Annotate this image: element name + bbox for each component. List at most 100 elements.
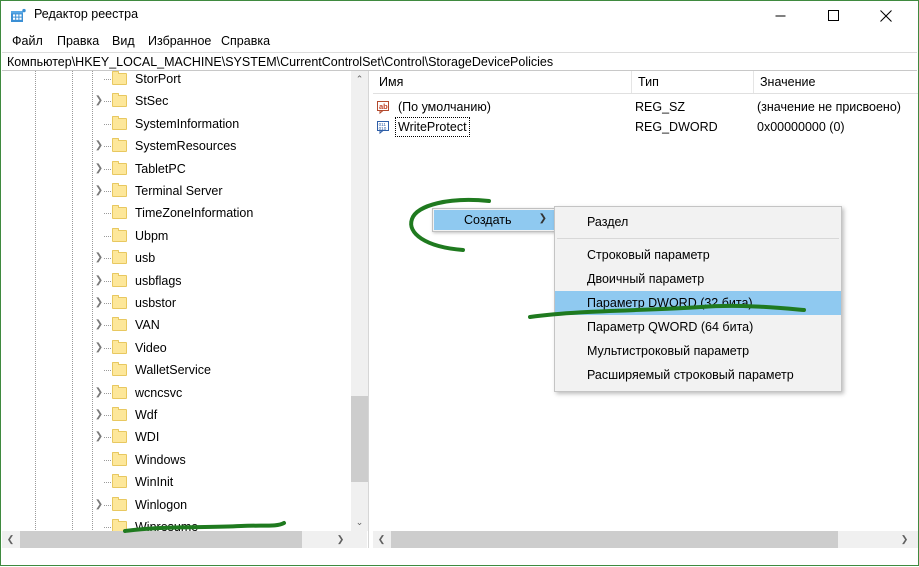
minimize-button[interactable] <box>757 1 803 30</box>
dword-value-icon: 011 010 <box>376 119 392 135</box>
table-row[interactable]: ab (По умолчанию) REG_SZ (значение не пр… <box>373 97 918 117</box>
scroll-left-icon[interactable]: ❮ <box>2 531 19 548</box>
tree-item-usbstor[interactable]: ❯ usbstor <box>2 292 350 314</box>
folder-icon <box>112 272 127 288</box>
menu-favorites[interactable]: Избранное <box>144 33 215 49</box>
folder-icon <box>112 138 127 153</box>
folder-icon <box>112 227 127 243</box>
tree-item-windows[interactable]: Windows <box>2 449 350 471</box>
create-submenu: Раздел Строковый параметр Двоичный парамет… <box>554 206 842 392</box>
folder-icon <box>112 205 127 220</box>
submenu-item-строковый-параметр[interactable]: Строковый параметр <box>555 243 841 267</box>
tree-item-label: SystemInformation <box>135 116 240 131</box>
submenu-item-параметр-qword-64-бита-[interactable]: Параметр QWORD (64 бита) <box>555 315 841 339</box>
maximize-button[interactable] <box>810 1 856 30</box>
tree-item-usb[interactable]: ❯ usb <box>2 247 350 269</box>
submenu-item-двоичный-параметр[interactable]: Двоичный параметр <box>555 267 841 291</box>
tree-item-label: Wdf <box>135 408 158 422</box>
table-row[interactable]: 011 010 WriteProtect REG_DWORD 0x0000000… <box>373 117 918 137</box>
scroll-right-icon[interactable]: ❯ <box>896 531 913 548</box>
folder-icon <box>112 384 127 400</box>
folder-icon <box>112 71 127 86</box>
tree-item-label: VAN <box>135 318 160 333</box>
menu-bar: Файл Правка Вид Избранное Справка <box>1 30 918 51</box>
registry-tree[interactable]: StorPort ❯ StSec SystemInformation ❯ SystemRe… <box>2 71 350 548</box>
tree-item-winlogon[interactable]: ❯ Winlogon <box>2 494 350 516</box>
chevron-right-icon[interactable]: ❯ <box>92 494 106 516</box>
menu-help[interactable]: Справка <box>217 33 274 49</box>
chevron-right-icon[interactable]: ❯ <box>92 426 106 448</box>
tree-item-label: TabletPC <box>135 161 186 176</box>
tree-item-wdf[interactable]: ❯ Wdf <box>2 404 350 426</box>
tree-item-usbflags[interactable]: ❯ usbflags <box>2 270 350 292</box>
tree-item-systeminformation[interactable]: SystemInformation <box>2 113 350 135</box>
chevron-right-icon[interactable]: ❯ <box>92 382 106 404</box>
submenu-item-раздел[interactable]: Раздел <box>555 210 841 234</box>
menu-separator <box>557 238 839 239</box>
menu-file[interactable]: Файл <box>8 33 47 49</box>
close-button[interactable] <box>863 1 909 30</box>
folder-icon <box>112 317 127 332</box>
scroll-right-icon[interactable]: ❯ <box>332 531 349 548</box>
column-header-type[interactable]: Тип <box>631 71 753 93</box>
tree-item-walletservice[interactable]: WalletService <box>2 359 350 381</box>
tree-item-wininit[interactable]: WinInit <box>2 471 350 493</box>
tree-item-video[interactable]: ❯ Video <box>2 337 350 359</box>
tree-item-systemresources[interactable]: ❯ SystemResources <box>2 135 350 157</box>
tree-item-label: Ubpm <box>135 228 169 243</box>
tree-item-label: Terminal Server <box>135 184 223 198</box>
menu-view[interactable]: Вид <box>108 33 139 49</box>
chevron-right-icon[interactable]: ❯ <box>92 135 106 157</box>
context-menu-create: Создать ❯ <box>432 208 557 232</box>
chevron-right-icon[interactable]: ❯ <box>92 158 106 180</box>
submenu-item-параметр-dword-32-бита-[interactable]: Параметр DWORD (32 бита) <box>555 291 841 315</box>
tree-vertical-scrollbar[interactable]: ⌃ ⌄ <box>350 71 368 531</box>
value-type: REG_SZ <box>635 100 686 114</box>
tree-item-timezoneinformation[interactable]: TimeZoneInformation <box>2 202 350 224</box>
chevron-right-icon[interactable]: ❯ <box>92 180 106 202</box>
tree-item-label: usbflags <box>135 273 182 288</box>
chevron-right-icon[interactable]: ❯ <box>92 270 106 292</box>
svg-text:ab: ab <box>379 102 388 111</box>
folder-icon <box>112 407 127 422</box>
scroll-up-icon[interactable]: ⌃ <box>351 71 368 88</box>
chevron-right-icon[interactable]: ❯ <box>92 337 106 359</box>
folder-icon <box>112 496 127 512</box>
value-type: REG_DWORD <box>635 120 718 134</box>
scroll-left-icon[interactable]: ❮ <box>373 531 390 548</box>
folder-icon <box>112 451 127 467</box>
tree-item-stsec[interactable]: ❯ StSec <box>2 90 350 112</box>
tree-item-storport[interactable]: StorPort <box>2 71 350 90</box>
column-header-value[interactable]: Значение <box>753 71 918 93</box>
tree-item-van[interactable]: ❯ VAN <box>2 314 350 336</box>
tree-hscroll-thumb[interactable] <box>20 531 302 548</box>
value-name: WriteProtect <box>395 117 470 137</box>
chevron-right-icon[interactable]: ❯ <box>92 292 106 314</box>
chevron-right-icon[interactable]: ❯ <box>92 90 106 112</box>
submenu-item-мультистроковый-параметр[interactable]: Мультистроковый параметр <box>555 339 841 363</box>
tree-item-wcncsvc[interactable]: ❯ wcncsvc <box>2 382 350 404</box>
menu-item-create[interactable]: Создать ❯ <box>434 210 555 230</box>
chevron-right-icon: ❯ <box>538 213 547 224</box>
menu-edit[interactable]: Правка <box>53 33 103 49</box>
folder-icon <box>112 474 127 489</box>
scroll-down-icon[interactable]: ⌄ <box>351 514 368 531</box>
chevron-right-icon[interactable]: ❯ <box>92 247 106 269</box>
tree-horizontal-scrollbar[interactable]: ❮ ❯ <box>2 531 367 548</box>
values-horizontal-scrollbar[interactable]: ❮ ❯ <box>373 531 918 548</box>
tree-item-label: WinInit <box>135 475 174 490</box>
submenu-item-расширяемый-строковый-параметр[interactable]: Расширяемый строковый параметр <box>555 363 841 387</box>
folder-icon <box>112 339 127 355</box>
values-hscroll-thumb[interactable] <box>391 531 838 548</box>
chevron-right-icon[interactable]: ❯ <box>92 314 106 336</box>
chevron-right-icon[interactable]: ❯ <box>92 404 106 426</box>
tree-item-wdi[interactable]: ❯ WDI <box>2 426 350 448</box>
tree-item-label: TimeZoneInformation <box>135 206 254 221</box>
tree-item-tabletpc[interactable]: ❯ TabletPC <box>2 158 350 180</box>
column-header-name[interactable]: Имя <box>373 71 631 93</box>
address-bar[interactable]: Компьютер\HKEY_LOCAL_MACHINE\SYSTEM\Curr… <box>2 52 917 71</box>
tree-item-label: StSec <box>135 94 169 109</box>
tree-item-terminal-server[interactable]: ❯ Terminal Server <box>2 180 350 202</box>
tree-item-ubpm[interactable]: Ubpm <box>2 225 350 247</box>
tree-scroll-thumb[interactable] <box>351 396 368 482</box>
